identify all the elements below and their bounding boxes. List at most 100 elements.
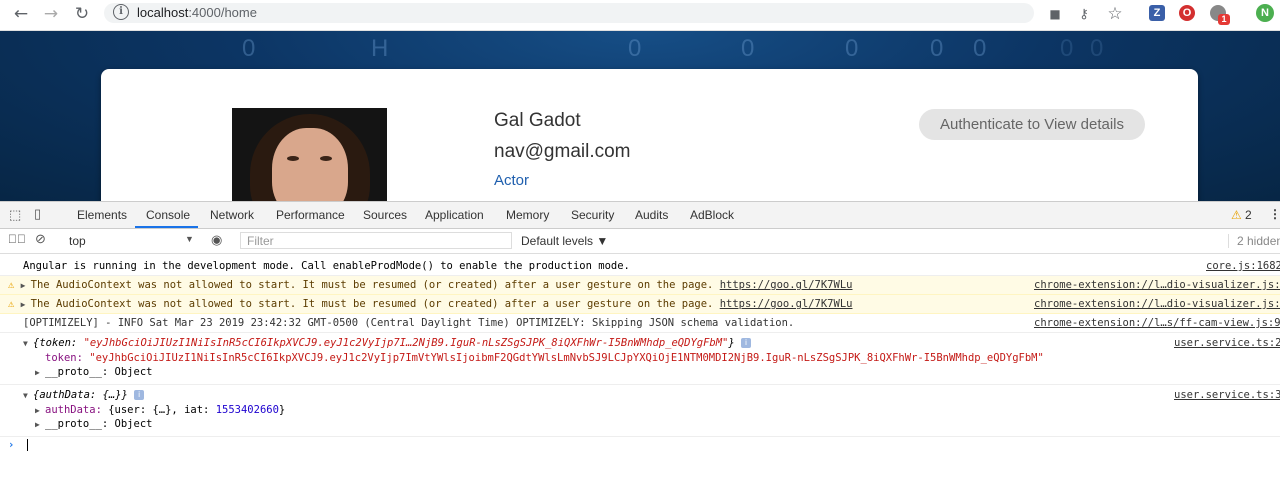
page-viewport: 0 H 0 0 0 0 0 0 0 Gal Gadot nav@gmail.co… <box>0 31 1280 201</box>
expand-triangle-icon[interactable]: ▶ <box>35 406 45 415</box>
extension-badge: 1 <box>1218 14 1230 25</box>
message-text: Angular is running in the development mo… <box>23 260 630 272</box>
text-cursor <box>26 439 28 451</box>
back-icon[interactable]: ← <box>10 3 32 25</box>
tab-console[interactable]: Console <box>146 208 190 222</box>
info-icon[interactable]: i <box>134 390 145 400</box>
hidden-count: 2 hidden <box>1228 234 1280 248</box>
warning-icon: ⚠ <box>8 279 15 291</box>
sidebar-toggle-icon[interactable]: ▸⃞ <box>8 232 26 246</box>
expand-triangle-icon[interactable]: ▶ <box>35 420 45 429</box>
prop-value: "eyJhbGciOiJIUzI1NiIsInR5cCI6IkpXVCJ9.ey… <box>89 352 1044 364</box>
object-end: } <box>728 337 735 349</box>
proto-label: __proto__: Object <box>45 366 153 378</box>
filter-input[interactable]: Filter <box>240 232 512 249</box>
tab-performance[interactable]: Performance <box>276 208 345 222</box>
eye-icon[interactable]: ◉ <box>211 232 222 248</box>
prop-end: } <box>278 404 286 416</box>
bg-char: 0 <box>1060 35 1074 62</box>
expand-triangle-icon[interactable]: ▶ <box>21 300 31 309</box>
active-tab-indicator <box>135 226 198 228</box>
url-path: :4000/home <box>188 5 257 20</box>
bg-char: 0 <box>973 35 987 62</box>
console-toolbar: ▸⃞ ⊘ top ▼ ◉ Filter Default levels ▼ 2 h… <box>0 229 1280 254</box>
bg-char: 0 <box>242 35 256 62</box>
prompt-chevron-icon: › <box>8 439 15 451</box>
console-message: [OPTIMIZELY] - INFO Sat Mar 23 2019 23:4… <box>0 314 1280 333</box>
profile-role: Actor <box>494 172 530 189</box>
clear-console-icon[interactable]: ⊘ <box>35 231 46 247</box>
prop-key: token: <box>45 352 90 364</box>
profile-photo <box>232 108 387 201</box>
message-text: The AudioContext was not allowed to star… <box>30 279 720 291</box>
info-icon[interactable]: i <box>113 4 129 20</box>
message-link[interactable]: https://goo.gl/7K7WLu <box>720 298 853 310</box>
devtools-tabbar: ⬚ ▯ Elements Console Network Performance… <box>0 202 1280 229</box>
object-summary: {authData: {…}} <box>33 389 128 401</box>
authenticate-button[interactable]: Authenticate to View details <box>919 109 1145 140</box>
expand-triangle-icon[interactable]: ▶ <box>21 281 31 290</box>
message-source[interactable]: chrome-extension://l…dio-visualizer.js: <box>1034 279 1280 291</box>
tab-adblock[interactable]: AdBlock <box>690 208 734 222</box>
message-source[interactable]: chrome-extension://l…dio-visualizer.js: <box>1034 298 1280 310</box>
bg-char: 0 <box>930 35 944 62</box>
profile-name: Gal Gadot <box>494 110 581 131</box>
adblock-extension-icon[interactable]: O <box>1179 5 1195 21</box>
key-icon[interactable]: ⚷ <box>1073 3 1095 25</box>
context-dropdown-icon[interactable]: ▼ <box>185 234 194 244</box>
object-key: {token: <box>33 337 84 349</box>
console-warning: ⚠ ▶ The AudioContext was not allowed to s… <box>0 295 1280 314</box>
console-object-authdata: ▼ {authData: {…}} i ▶ authData: {user: {…}… <box>0 385 1280 437</box>
bg-char: 0 <box>741 35 755 62</box>
message-link[interactable]: https://goo.gl/7K7WLu <box>720 279 853 291</box>
console-warning: ⚠ ▶ The AudioContext was not allowed to s… <box>0 276 1280 295</box>
zotero-extension-icon[interactable]: Z <box>1149 5 1165 21</box>
expand-triangle-icon[interactable]: ▶ <box>35 368 45 377</box>
object-value: "eyJhbGciOiJIUzI1NiIsInR5cCI6IkpXVCJ9.ey… <box>83 337 729 349</box>
url-text[interactable]: localhost:4000/home <box>137 5 257 20</box>
collapse-triangle-icon[interactable]: ▼ <box>23 391 33 400</box>
profile-email: nav@gmail.com <box>494 141 631 162</box>
message-source[interactable]: chrome-extension://l…s/ff-cam-view.js:9 <box>1034 317 1280 329</box>
console-message: Angular is running in the development mo… <box>0 258 1280 276</box>
console-object-token: ▼ {token: "eyJhbGciOiJIUzI1NiIsInR5cCI6Ik… <box>0 333 1280 385</box>
proto-label: __proto__: Object <box>45 418 153 430</box>
browser-toolbar: ← → ↻ i localhost:4000/home ■ ⚷ ☆ Z O 1 … <box>0 0 1280 31</box>
message-source[interactable]: user.service.ts:3 <box>1174 389 1280 401</box>
info-icon[interactable]: i <box>741 338 752 348</box>
tab-application[interactable]: Application <box>425 208 484 222</box>
star-icon[interactable]: ☆ <box>1104 3 1126 25</box>
camera-icon[interactable]: ■ <box>1044 3 1066 25</box>
context-selector[interactable]: top <box>69 234 86 248</box>
more-options-icon[interactable]: ⋮ <box>1269 207 1280 221</box>
bg-char: 0 <box>1090 35 1104 62</box>
levels-dropdown[interactable]: Default levels ▼ <box>521 234 608 248</box>
device-toolbar-icon[interactable]: ▯ <box>34 206 41 222</box>
message-text: The AudioContext was not allowed to star… <box>30 298 720 310</box>
tab-elements[interactable]: Elements <box>77 208 127 222</box>
prop-key: authData: <box>45 404 109 416</box>
warning-icon[interactable]: ⚠ <box>1231 208 1242 222</box>
message-text: [OPTIMIZELY] - INFO Sat Mar 23 2019 23:4… <box>23 317 795 329</box>
prop-number: 1553402660 <box>215 404 279 416</box>
inspect-icon[interactable]: ⬚ <box>9 207 21 223</box>
message-source[interactable]: user.service.ts:2 <box>1174 337 1280 349</box>
reload-icon[interactable]: ↻ <box>71 3 93 25</box>
collapse-triangle-icon[interactable]: ▼ <box>23 339 33 348</box>
forward-icon[interactable]: → <box>40 3 62 25</box>
profile-avatar[interactable]: N <box>1256 4 1274 22</box>
tab-security[interactable]: Security <box>571 208 614 222</box>
url-host: localhost <box>137 5 189 20</box>
tab-memory[interactable]: Memory <box>506 208 549 222</box>
tab-network[interactable]: Network <box>210 208 254 222</box>
console-prompt[interactable]: › <box>0 437 1280 455</box>
tab-audits[interactable]: Audits <box>635 208 668 222</box>
message-source[interactable]: core.js:1682 <box>1206 260 1280 272</box>
profile-card: Gal Gadot nav@gmail.com Actor Authentica… <box>101 69 1198 201</box>
warning-count[interactable]: 2 <box>1245 208 1252 222</box>
tab-sources[interactable]: Sources <box>363 208 407 222</box>
prop-value: {user: {…}, iat: <box>108 404 216 416</box>
devtools-panel: ⬚ ▯ Elements Console Network Performance… <box>0 201 1280 478</box>
warning-icon: ⚠ <box>8 298 15 310</box>
bg-char: H <box>371 35 389 62</box>
